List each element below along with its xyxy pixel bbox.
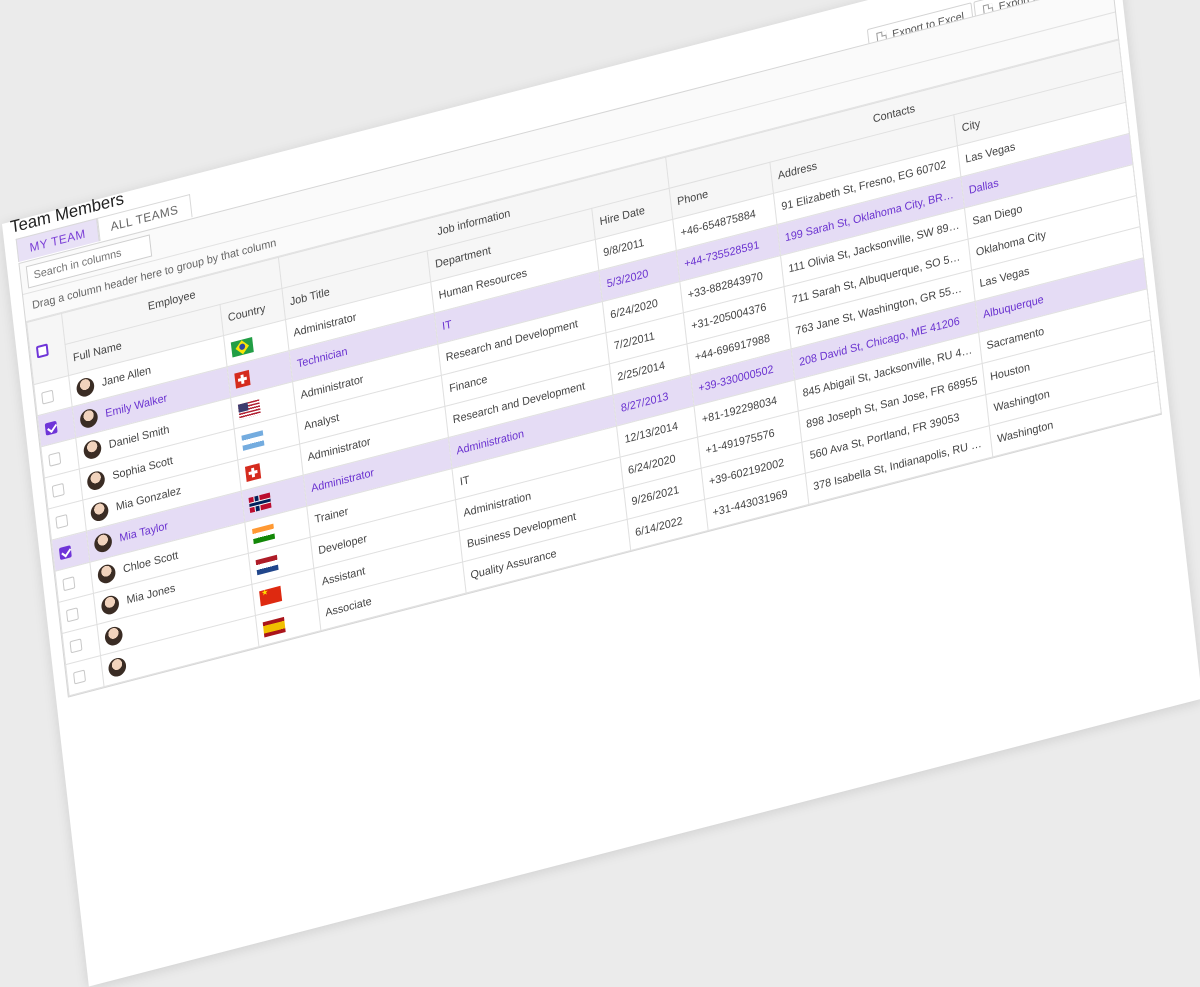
perspective-stage: Team Members MY TEAM ALL TEAMS Export to… — [2, 0, 1200, 987]
avatar — [93, 531, 113, 555]
row-checkbox[interactable] — [73, 669, 87, 685]
employee-name — [133, 657, 134, 669]
employee-name: Mia Jones — [125, 582, 176, 607]
row-checkbox[interactable] — [55, 514, 69, 530]
avatar — [79, 407, 99, 430]
avatar — [107, 655, 128, 679]
avatar — [86, 469, 106, 492]
country-flag-icon — [237, 398, 261, 420]
employee-name: Chloe Scott — [122, 549, 179, 576]
country-flag-icon — [244, 462, 262, 482]
country-flag-icon — [248, 491, 272, 513]
row-checkbox[interactable] — [65, 607, 79, 623]
data-grid: Drag a column header here to group by th… — [18, 0, 1162, 698]
employee-name: Jane Allen — [101, 364, 152, 390]
row-checkbox[interactable] — [58, 545, 72, 561]
select-all-checkbox[interactable] — [35, 342, 49, 359]
team-members-card: Team Members MY TEAM ALL TEAMS Export to… — [2, 0, 1200, 987]
row-checkbox[interactable] — [41, 389, 55, 405]
row-checkbox[interactable] — [62, 576, 76, 592]
row-checkbox[interactable] — [44, 420, 58, 436]
country-flag-icon — [259, 585, 283, 606]
country-flag-icon — [255, 554, 279, 575]
country-flag-icon — [234, 369, 251, 389]
avatar — [82, 438, 103, 461]
row-checkbox[interactable] — [48, 451, 62, 467]
employee-name: Mia Taylor — [118, 520, 169, 545]
avatar — [96, 562, 117, 586]
row-checkbox[interactable] — [51, 482, 65, 498]
country-flag-icon — [262, 616, 286, 637]
avatar — [75, 376, 96, 399]
country-flag-icon — [251, 523, 276, 544]
employee-name — [130, 626, 131, 638]
row-checkbox[interactable] — [69, 638, 83, 654]
avatar — [100, 593, 120, 617]
avatar — [104, 624, 124, 648]
avatar — [89, 500, 110, 524]
country-flag-icon — [241, 429, 265, 451]
country-flag-icon — [230, 336, 254, 358]
